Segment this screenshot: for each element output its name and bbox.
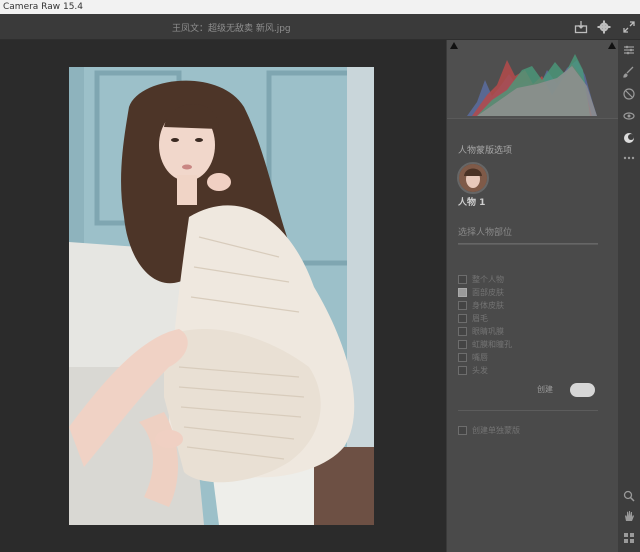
brush-icon[interactable] [623, 66, 635, 78]
redeye-icon[interactable] [623, 110, 635, 122]
more-icon[interactable] [623, 152, 635, 164]
option-body-skin[interactable]: 身体皮肤 [458, 295, 608, 310]
expand-icon[interactable] [622, 20, 636, 34]
dropdown-value: 选择人物部位 [458, 228, 513, 238]
option-hair[interactable]: 头发 [458, 360, 608, 375]
person-avatar[interactable] [457, 162, 489, 194]
zoom-icon[interactable] [623, 490, 635, 502]
option-face-skin[interactable]: 面部皮肤 [458, 282, 608, 297]
option-iris-pupil[interactable]: 虹膜和瞳孔 [458, 334, 608, 349]
gear-icon[interactable] [597, 20, 611, 34]
heal-icon[interactable] [623, 88, 635, 100]
window-title: Camera Raw 15.4 [3, 2, 84, 12]
photo-image [69, 67, 374, 525]
histogram-graph [467, 54, 597, 116]
divider [458, 410, 598, 411]
histogram [447, 40, 619, 119]
option-lips[interactable]: 嘴唇 [458, 347, 608, 362]
checkbox[interactable] [458, 426, 467, 435]
option-eye-sclera[interactable]: 眼睛巩膜 [458, 321, 608, 336]
image-canvas[interactable] [0, 40, 446, 552]
option-entire-person[interactable]: 整个人物 [458, 269, 608, 284]
download-icon[interactable] [574, 20, 588, 34]
checkbox[interactable] [458, 366, 467, 375]
create-label: 创建 [537, 385, 553, 394]
highlight-clipping-icon[interactable] [608, 42, 616, 49]
hand-icon[interactable] [623, 510, 635, 522]
edit-icon[interactable] [623, 44, 635, 56]
panel-title: 人物蒙版选项 [458, 146, 513, 156]
option-eyebrows[interactable]: 眉毛 [458, 308, 608, 323]
person-label: 人物 1 [458, 198, 486, 208]
create-button[interactable] [570, 383, 595, 397]
file-name: 王凤文：超级无敌卖 新风.jpg [172, 24, 291, 34]
part-dropdown[interactable]: 选择人物部位 [458, 220, 598, 244]
option-separate-masks[interactable]: 创建单独蒙版 [458, 420, 520, 439]
mask-icon[interactable] [623, 132, 635, 144]
top-bar: 王凤文：超级无敌卖 新风.jpg [0, 14, 640, 40]
shadow-clipping-icon[interactable] [450, 42, 458, 49]
tool-sidebar [618, 40, 640, 552]
title-bar: Camera Raw 15.4 [0, 0, 640, 14]
portrait-photo[interactable] [69, 67, 374, 525]
mask-options-panel: 人物蒙版选项 人物 1 选择人物部位 整个人物 面部皮肤 身体皮肤 眉毛 眼睛巩… [446, 40, 619, 552]
grid-icon[interactable] [623, 532, 635, 544]
divider [458, 244, 598, 245]
